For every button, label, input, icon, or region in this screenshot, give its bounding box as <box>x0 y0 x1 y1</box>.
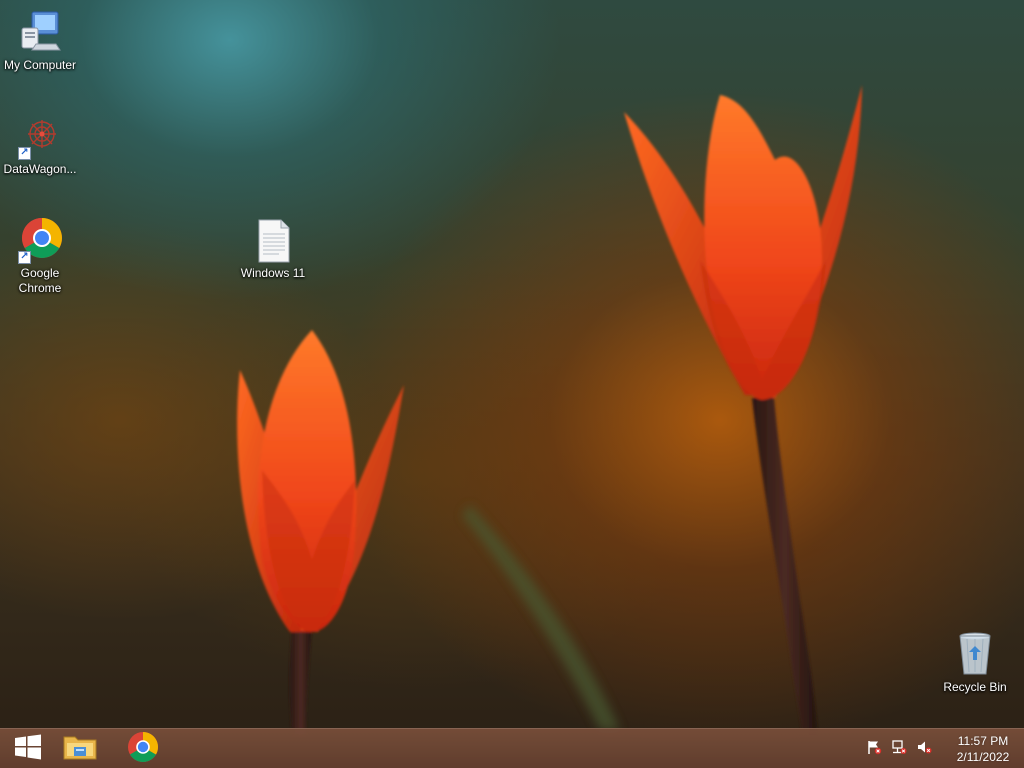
desktop-icon-label: Windows 11 <box>240 266 306 280</box>
shortcut-arrow-icon: ↗ <box>18 251 31 264</box>
datawagon-icon: ↗ <box>16 112 64 160</box>
system-tray: 11:57 PM 2/11/2022 <box>863 729 1024 768</box>
clock-date: 2/11/2022 <box>956 750 1010 764</box>
shortcut-arrow-icon: ↗ <box>18 147 31 160</box>
text-file-icon <box>249 216 297 264</box>
chrome-icon: ↗ <box>16 216 64 264</box>
windows-logo-icon <box>14 733 42 766</box>
desktop-wallpaper <box>0 0 1024 768</box>
taskbar-file-explorer-button[interactable] <box>52 729 108 768</box>
desktop-icon-google-chrome[interactable]: ↗ Google Chrome <box>0 216 80 296</box>
folder-icon <box>62 731 98 768</box>
desktop-icon-label: Google Chrome <box>18 266 62 295</box>
flag-icon <box>866 739 882 760</box>
desktop-icon-label: DataWagon... <box>3 162 77 176</box>
tray-volume[interactable] <box>913 738 935 760</box>
recycle-bin-icon <box>951 630 999 678</box>
desktop-icon-recycle-bin[interactable]: Recycle Bin <box>935 630 1015 695</box>
tray-action-center[interactable] <box>863 738 885 760</box>
desktop-icon-windows-11-file[interactable]: Windows 11 <box>233 216 313 281</box>
desktop-icon-label: Recycle Bin <box>943 680 1007 694</box>
clock-time: 11:57 PM <box>957 734 1009 748</box>
tulip-wallpaper-art <box>237 85 862 735</box>
taskbar-clock[interactable]: 11:57 PM 2/11/2022 <box>948 733 1018 765</box>
tray-network[interactable] <box>888 738 910 760</box>
computer-icon <box>16 8 64 56</box>
network-icon <box>891 739 907 760</box>
taskbar-chrome-button[interactable] <box>115 729 171 768</box>
desktop-icon-label: My Computer <box>3 58 77 72</box>
chrome-icon <box>127 731 159 768</box>
desktop-icon-datawagon[interactable]: ↗ DataWagon... <box>0 112 80 177</box>
speaker-muted-icon <box>916 739 932 760</box>
start-button[interactable] <box>0 729 56 768</box>
desktop-icon-my-computer[interactable]: My Computer <box>0 8 80 73</box>
taskbar: 11:57 PM 2/11/2022 <box>0 728 1024 768</box>
